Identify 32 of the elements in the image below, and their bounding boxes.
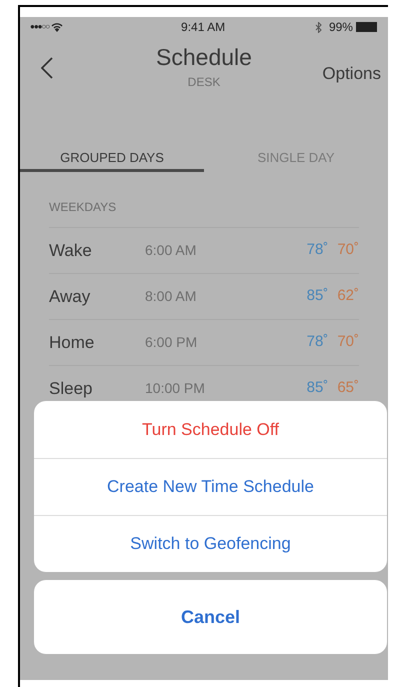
cool-setpoint: 78˚ <box>306 240 328 260</box>
action-button[interactable]: Switch to Geofencing <box>34 515 387 572</box>
options-button[interactable]: Options <box>322 61 381 86</box>
action-button[interactable]: Turn Schedule Off <box>34 401 387 458</box>
period-label: Home <box>49 332 96 354</box>
battery-icon <box>356 22 378 32</box>
tab[interactable]: GROUPED DAYS <box>20 148 204 172</box>
period-time: 8:00 AM <box>145 287 198 306</box>
heat-setpoint: 70˚ <box>337 332 359 352</box>
cool-setpoint: 85˚ <box>306 378 328 398</box>
heat-setpoint: 62˚ <box>337 286 359 306</box>
status-time: 9:41 AM <box>181 19 226 36</box>
period-label: Away <box>49 286 92 308</box>
period-time: 6:00 PM <box>145 333 198 352</box>
heat-setpoint: 65˚ <box>337 378 359 398</box>
device-name: DESK <box>188 74 220 91</box>
period-time: 6:00 AM <box>145 241 198 260</box>
cool-setpoint: 78˚ <box>306 332 328 352</box>
battery-percent: 99% <box>328 19 353 36</box>
screen-title: Schedule <box>156 43 252 71</box>
cool-setpoint: 85˚ <box>306 286 328 306</box>
period-label: Wake <box>49 240 93 262</box>
signal-strength: ●●●○○ <box>30 21 50 33</box>
cancel-button[interactable]: Cancel <box>34 580 387 654</box>
bluetooth-icon <box>314 22 322 32</box>
back-icon[interactable] <box>41 57 53 79</box>
heat-setpoint: 70˚ <box>337 240 359 260</box>
wifi-icon <box>51 22 64 32</box>
period-time: 10:00 PM <box>145 379 206 398</box>
section-header: WEEKDAYS <box>49 199 118 216</box>
action-button[interactable]: Create New Time Schedule <box>34 458 387 515</box>
period-label: Sleep <box>49 378 94 400</box>
